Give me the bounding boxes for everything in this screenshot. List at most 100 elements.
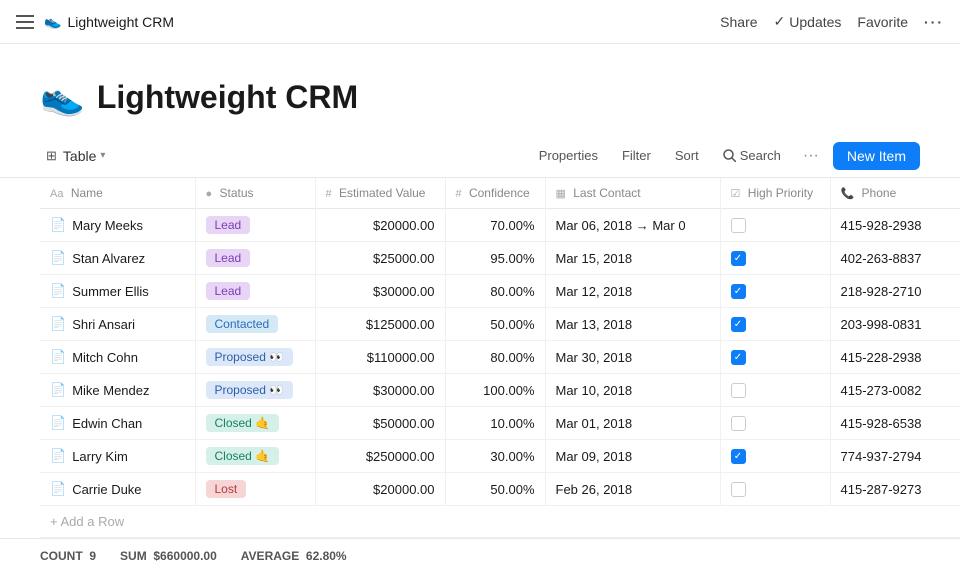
cell-value: $250000.00	[315, 440, 445, 473]
priority-checkbox[interactable]	[731, 218, 746, 233]
search-button[interactable]: Search	[715, 144, 789, 167]
cell-confidence: 95.00%	[445, 242, 545, 275]
cell-priority[interactable]	[720, 341, 830, 374]
col-icon-status: ●	[206, 188, 213, 200]
cell-priority[interactable]	[720, 308, 830, 341]
cell-name[interactable]: 📄 Edwin Chan	[40, 407, 195, 440]
table-row[interactable]: 📄 Edwin Chan Closed 🤙 $50000.00 10.00% M…	[40, 407, 960, 440]
table-row[interactable]: 📄 Mary Meeks Lead $20000.00 70.00% Mar 0…	[40, 209, 960, 242]
table-row[interactable]: 📄 Mitch Cohn Proposed 👀 $110000.00 80.00…	[40, 341, 960, 374]
table-row[interactable]: 📄 Carrie Duke Lost $20000.00 50.00% Feb …	[40, 473, 960, 506]
app-title: 👟 Lightweight CRM	[44, 13, 174, 30]
name-text: Larry Kim	[72, 449, 128, 464]
cell-status[interactable]: Closed 🤙	[195, 407, 315, 440]
cell-status[interactable]: Lead	[195, 242, 315, 275]
doc-icon: 📄	[50, 316, 66, 332]
name-text: Stan Alvarez	[72, 251, 145, 266]
cell-lastcontact: Mar 09, 2018	[545, 440, 720, 473]
cell-priority[interactable]	[720, 374, 830, 407]
cell-priority[interactable]	[720, 209, 830, 242]
col-header-priority: ☑ High Priority	[720, 178, 830, 209]
filter-button[interactable]: Filter	[614, 144, 659, 167]
cell-status[interactable]: Proposed 👀	[195, 374, 315, 407]
col-label-value: Estimated Value	[339, 186, 426, 200]
priority-checkbox[interactable]	[731, 416, 746, 431]
name-text: Summer Ellis	[72, 284, 149, 299]
table-container: Aa Name ● Status # Estimated Value # Con…	[0, 178, 960, 538]
toolbar-left: ⊞ Table ▾	[40, 144, 111, 168]
cell-confidence: 50.00%	[445, 473, 545, 506]
cell-value: $25000.00	[315, 242, 445, 275]
cell-name[interactable]: 📄 Carrie Duke	[40, 473, 195, 506]
cell-priority[interactable]	[720, 242, 830, 275]
cell-confidence: 80.00%	[445, 275, 545, 308]
cell-confidence: 30.00%	[445, 440, 545, 473]
col-header-phone: 📞 Phone	[830, 178, 960, 209]
more-options-toolbar[interactable]: ···	[797, 143, 825, 169]
cell-name[interactable]: 📄 Mary Meeks	[40, 209, 195, 242]
view-label: Table	[63, 148, 96, 164]
cell-lastcontact: Mar 15, 2018	[545, 242, 720, 275]
cell-name[interactable]: 📄 Summer Ellis	[40, 275, 195, 308]
priority-checkbox[interactable]	[731, 317, 746, 332]
cell-lastcontact: Mar 10, 2018	[545, 374, 720, 407]
add-row-label[interactable]: + Add a Row	[40, 506, 960, 538]
col-label-phone: Phone	[862, 186, 897, 200]
cell-phone: 774-937-2794	[830, 440, 960, 473]
cell-status[interactable]: Lead	[195, 275, 315, 308]
cell-status[interactable]: Lead	[195, 209, 315, 242]
cell-name[interactable]: 📄 Mike Mendez	[40, 374, 195, 407]
new-item-button[interactable]: New Item	[833, 142, 920, 170]
col-icon-phone: 📞	[841, 188, 855, 200]
updates-button[interactable]: ✓ Updates	[774, 13, 842, 30]
table-footer: COUNT 9 SUM $660000.00 AVERAGE 62.80%	[0, 538, 960, 573]
cell-confidence: 50.00%	[445, 308, 545, 341]
cell-status[interactable]: Lost	[195, 473, 315, 506]
cell-confidence: 100.00%	[445, 374, 545, 407]
crm-table: Aa Name ● Status # Estimated Value # Con…	[40, 178, 960, 538]
properties-button[interactable]: Properties	[531, 144, 606, 167]
view-selector[interactable]: ⊞ Table ▾	[40, 144, 111, 168]
cell-status[interactable]: Contacted	[195, 308, 315, 341]
doc-icon: 📄	[50, 283, 66, 299]
cell-confidence: 10.00%	[445, 407, 545, 440]
cell-priority[interactable]	[720, 440, 830, 473]
cell-name[interactable]: 📄 Stan Alvarez	[40, 242, 195, 275]
cell-phone: 415-287-9273	[830, 473, 960, 506]
cell-status[interactable]: Closed 🤙	[195, 440, 315, 473]
priority-checkbox[interactable]	[731, 350, 746, 365]
name-text: Mike Mendez	[72, 383, 149, 398]
cell-name[interactable]: 📄 Mitch Cohn	[40, 341, 195, 374]
search-icon	[723, 149, 736, 162]
priority-checkbox[interactable]	[731, 284, 746, 299]
table-row[interactable]: 📄 Mike Mendez Proposed 👀 $30000.00 100.0…	[40, 374, 960, 407]
toolbar: ⊞ Table ▾ Properties Filter Sort Search …	[0, 134, 960, 178]
add-row[interactable]: + Add a Row	[40, 506, 960, 538]
cell-status[interactable]: Proposed 👀	[195, 341, 315, 374]
cell-name[interactable]: 📄 Larry Kim	[40, 440, 195, 473]
more-options-button[interactable]: ···	[924, 14, 944, 30]
table-row[interactable]: 📄 Stan Alvarez Lead $25000.00 95.00% Mar…	[40, 242, 960, 275]
favorite-button[interactable]: Favorite	[857, 14, 908, 30]
cell-lastcontact: Feb 26, 2018	[545, 473, 720, 506]
cell-name[interactable]: 📄 Shri Ansari	[40, 308, 195, 341]
cell-priority[interactable]	[720, 275, 830, 308]
share-button[interactable]: Share	[720, 14, 757, 30]
doc-icon: 📄	[50, 382, 66, 398]
priority-checkbox[interactable]	[731, 383, 746, 398]
priority-checkbox[interactable]	[731, 482, 746, 497]
table-row[interactable]: 📄 Shri Ansari Contacted $125000.00 50.00…	[40, 308, 960, 341]
cell-priority[interactable]	[720, 407, 830, 440]
priority-checkbox[interactable]	[731, 251, 746, 266]
priority-checkbox[interactable]	[731, 449, 746, 464]
table-row[interactable]: 📄 Summer Ellis Lead $30000.00 80.00% Mar…	[40, 275, 960, 308]
app-title-text: Lightweight CRM	[67, 14, 174, 30]
cell-priority[interactable]	[720, 473, 830, 506]
table-row[interactable]: 📄 Larry Kim Closed 🤙 $250000.00 30.00% M…	[40, 440, 960, 473]
sort-button[interactable]: Sort	[667, 144, 707, 167]
col-icon-priority: ☑	[731, 188, 741, 200]
status-badge: Proposed 👀	[206, 381, 294, 399]
menu-icon[interactable]	[16, 15, 34, 29]
col-icon-confidence: #	[456, 188, 462, 200]
count-value: 9	[89, 549, 96, 563]
